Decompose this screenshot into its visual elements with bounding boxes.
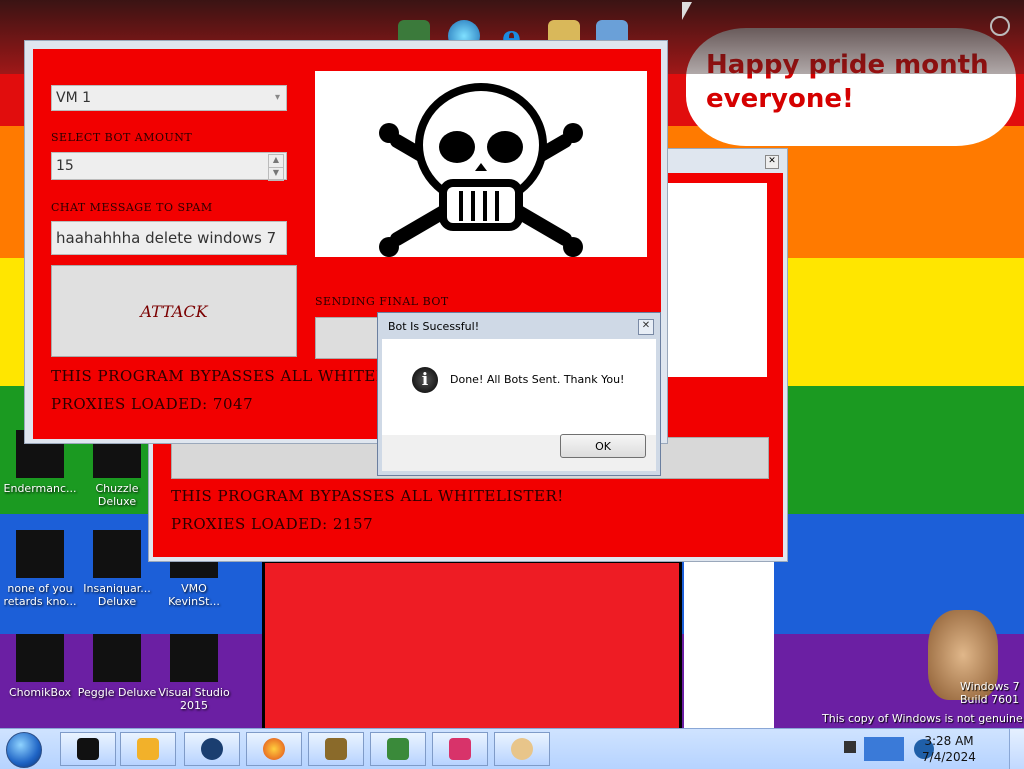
skull-image	[315, 71, 647, 257]
taskbar-item-chomikbox[interactable]	[308, 732, 364, 766]
mouse-cursor-icon	[682, 2, 692, 20]
dialog-message: Done! All Bots Sent. Thank You!	[450, 373, 625, 386]
skull-image-back	[667, 183, 767, 377]
network-icon[interactable]	[864, 737, 904, 761]
app-icon	[449, 738, 471, 760]
taskbar-item-globe[interactable]	[184, 732, 240, 766]
skull-crossbones-icon	[379, 83, 583, 257]
info-icon: i	[412, 367, 438, 393]
checklist-icon	[387, 738, 409, 760]
desktop-icon-label: VMO KevinSt...	[168, 582, 220, 608]
desktop-icon-visual-studio[interactable]: Visual Studio 2015	[154, 634, 234, 712]
peggle-icon	[93, 634, 141, 682]
close-icon[interactable]: ✕	[638, 319, 654, 335]
taskbar-item-firefox[interactable]	[246, 732, 302, 766]
taskbar-item-user[interactable]	[494, 732, 550, 766]
windows-build-label: Windows 7 Build 7601	[960, 680, 1020, 706]
taskbar: 3:28 AM 7/4/2024	[0, 728, 1024, 769]
insaniquarium-icon	[93, 530, 141, 578]
chat-message-label: CHAT MESSAGE TO SPAM	[51, 201, 213, 214]
success-dialog: Bot Is Sucessful! ✕ i Done! All Bots Sen…	[377, 312, 661, 476]
bot-amount-stepper[interactable]: 15 ▲ ▼	[51, 152, 287, 181]
desktop-icon-label: Chuzzle Deluxe	[95, 482, 139, 508]
dialog-body: i Done! All Bots Sent. Thank You!	[382, 339, 656, 435]
desktop-icon-label: Insaniquar... Deluxe	[83, 582, 151, 608]
stepper-down-icon[interactable]: ▼	[268, 167, 284, 181]
attack-button[interactable]: ATTACK	[51, 265, 297, 357]
taskbar-item-app[interactable]	[432, 732, 488, 766]
chat-message-value: haahahhha delete windows 7	[56, 229, 277, 247]
globe-icon	[201, 738, 223, 760]
desktop-icon-chomikbox[interactable]: ChomikBox	[0, 634, 80, 699]
bot-amount-value: 15	[56, 158, 74, 174]
dialog-title: Bot Is Sucessful!	[388, 320, 480, 333]
desktop-icon-none-of-you[interactable]: none of you retards kno...	[0, 530, 80, 608]
cmd-icon	[77, 738, 99, 760]
taskbar-item-checklist[interactable]	[370, 732, 426, 766]
cartoon-figure-shirt	[262, 560, 682, 728]
desktop-icon-label: Peggle Deluxe	[77, 686, 157, 699]
chomikbox-icon	[16, 634, 64, 682]
windows-build: Build 7601	[960, 693, 1020, 706]
bot-amount-label: SELECT BOT AMOUNT	[51, 131, 193, 144]
file-icon	[16, 530, 64, 578]
chat-message-input[interactable]: haahahhha delete windows 7	[51, 221, 287, 255]
visual-studio-icon	[170, 634, 218, 682]
start-button[interactable]	[6, 732, 42, 768]
not-genuine-notice: This copy of Windows is not genuine	[822, 712, 1023, 725]
dock-menu-icon[interactable]	[990, 16, 1010, 36]
proxies-text: PROXIES LOADED: 7047	[51, 395, 254, 413]
proxies-text-back: PROXIES LOADED: 2157	[171, 515, 374, 533]
vm-select[interactable]: VM 1 ▾	[51, 85, 287, 111]
close-icon[interactable]: ✕	[765, 155, 779, 169]
show-desktop-button[interactable]	[1009, 729, 1024, 769]
desktop-icon-peggle[interactable]: Peggle Deluxe	[77, 634, 157, 699]
taskbar-item-cmd[interactable]	[60, 732, 116, 766]
chevron-down-icon: ▾	[274, 92, 280, 103]
firefox-icon	[263, 738, 285, 760]
stepper-up-icon[interactable]: ▲	[268, 154, 284, 168]
desktop-icon-label: none of you retards kno...	[3, 582, 77, 608]
desktop-icon-insaniquarium[interactable]: Insaniquar... Deluxe	[77, 530, 157, 608]
windows-version: Windows 7	[960, 680, 1020, 693]
media-player-icon	[137, 738, 159, 760]
user-icon	[511, 738, 533, 760]
sending-label: SENDING FINAL BOT	[315, 295, 449, 308]
attack-button-label: ATTACK	[140, 301, 208, 321]
taskbar-clock[interactable]: 3:28 AM 7/4/2024	[914, 733, 984, 765]
speech-line-2: everyone!	[706, 84, 854, 114]
bypass-text-back: THIS PROGRAM BYPASSES ALL WHITELISTER!	[171, 487, 564, 505]
desktop-icon-label: Endermanc...	[3, 482, 77, 495]
taskbar-item-media[interactable]	[120, 732, 176, 766]
tray-expand-icon[interactable]	[844, 741, 856, 753]
cartoon-figure-arm	[684, 560, 774, 728]
clock-time: 3:28 AM	[924, 734, 974, 748]
desktop-icon-label: ChomikBox	[9, 686, 71, 699]
desktop-icon-label: Visual Studio 2015	[158, 686, 230, 712]
ok-button[interactable]: OK	[560, 434, 646, 458]
chomikbox-icon	[325, 738, 347, 760]
vm-select-value: VM 1	[56, 90, 92, 106]
clock-date: 7/4/2024	[922, 750, 976, 764]
